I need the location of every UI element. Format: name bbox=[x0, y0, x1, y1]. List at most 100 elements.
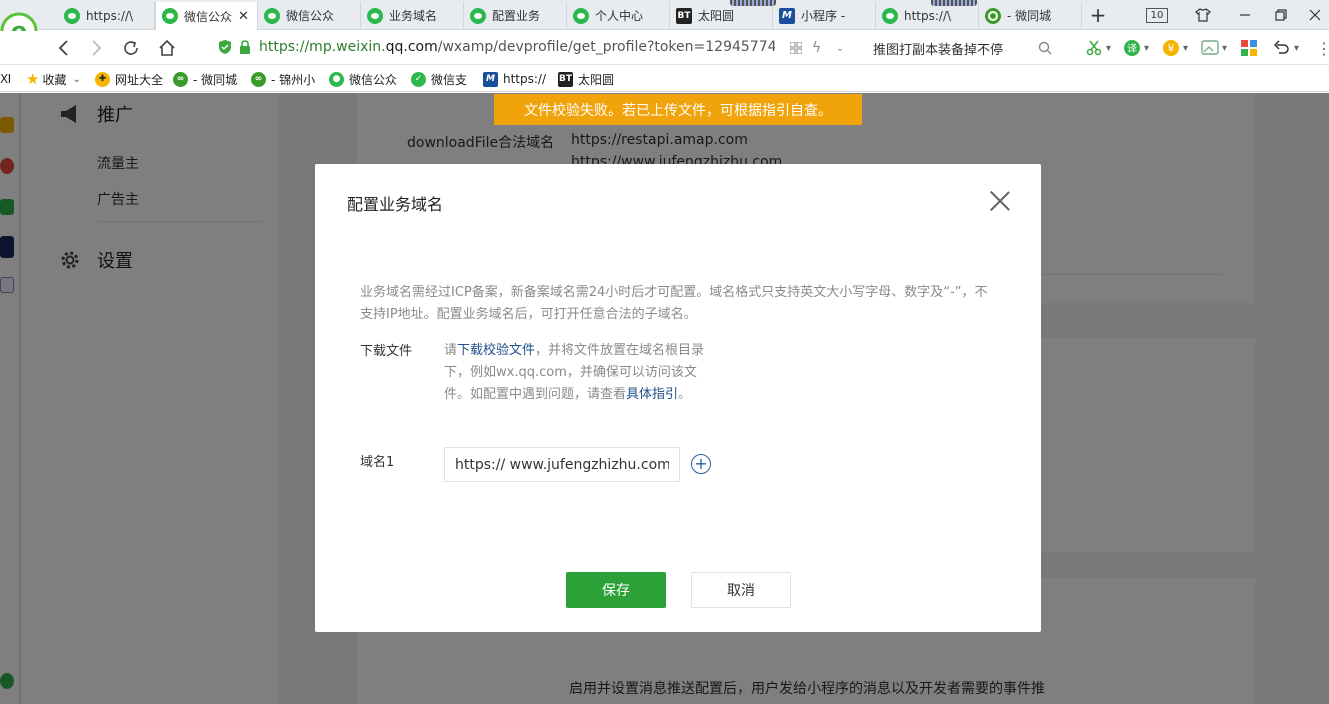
tab-label: https://\ bbox=[904, 8, 952, 23]
search-input[interactable]: 推图打副本装备掉不停 bbox=[865, 37, 1065, 59]
desc-text: 。 bbox=[678, 387, 692, 402]
bookmark-site-directory[interactable]: ✚ 网址大全 bbox=[95, 70, 163, 88]
close-icon[interactable] bbox=[989, 189, 1011, 211]
tab-label: 小程序 - bbox=[801, 9, 846, 23]
bookmark-edge: Ⅺ bbox=[0, 72, 12, 86]
bookmark-weitongcheng[interactable]: ∞ - 微同城 bbox=[173, 70, 237, 88]
tab-label: 微信公众 bbox=[184, 9, 233, 24]
bookmark-taiyangyuan[interactable]: BT 太阳圆 bbox=[558, 70, 614, 88]
home-icon[interactable] bbox=[156, 37, 178, 59]
bookmark-wechat-mp[interactable]: ● 微信公众 bbox=[329, 70, 397, 88]
chevron-down-icon[interactable]: ▾ bbox=[1294, 39, 1299, 57]
wechat-pay-icon: ✓ bbox=[411, 71, 426, 87]
chevron-down-icon[interactable]: ▾ bbox=[1222, 39, 1227, 57]
bookmark-label: - 锦州小 bbox=[271, 72, 316, 87]
link-icon bbox=[985, 7, 1001, 24]
tab-label: 配置业务 bbox=[492, 9, 541, 23]
new-tab-button[interactable]: + bbox=[1088, 3, 1108, 27]
bookmark-wechat-pay[interactable]: ✓ 微信支 bbox=[411, 70, 467, 88]
dialog-description: 业务域名需经过ICP备案，新备案域名需24小时后才可配置。域名格式只支持英文大小… bbox=[360, 285, 988, 322]
tab-9[interactable]: https://\ bbox=[876, 2, 979, 29]
scissors-icon[interactable] bbox=[1086, 39, 1102, 57]
close-window-icon[interactable] bbox=[1305, 5, 1325, 25]
bookmark-m[interactable]: M https:// bbox=[483, 70, 546, 88]
chevron-down-icon: ⌄ bbox=[72, 73, 81, 85]
apps-icon[interactable] bbox=[1241, 39, 1257, 57]
chevron-down-icon[interactable]: ▾ bbox=[1106, 39, 1111, 57]
bt-icon: BT bbox=[558, 71, 573, 87]
guide-link[interactable]: 具体指引 bbox=[626, 387, 678, 402]
wechat-icon bbox=[64, 7, 80, 24]
download-verify-file-link[interactable]: 下载校验文件 bbox=[457, 343, 535, 358]
download-file-description: 请下载校验文件，并将文件放置在域名根目录下，例如wx.qq.com，并确保可以访… bbox=[444, 340, 716, 406]
svg-text:¥: ¥ bbox=[1168, 42, 1175, 55]
close-tab-icon[interactable]: ✕ bbox=[238, 9, 249, 24]
shield-icon[interactable] bbox=[218, 40, 232, 54]
tab-6[interactable]: 个人中心 bbox=[567, 2, 670, 29]
wechat-icon: ● bbox=[329, 71, 344, 87]
address-bar: https://mp.weixin.qq.com/wxamp/devprofil… bbox=[0, 31, 1329, 65]
url-path: /wxamp/devprofile/get_profile?token=1294… bbox=[437, 39, 775, 55]
tab-7[interactable]: BT 太阳圆 bbox=[670, 2, 773, 29]
tab-5[interactable]: 配置业务 bbox=[464, 2, 567, 29]
bookmark-favorites[interactable]: ★ 收藏 ⌄ bbox=[26, 70, 81, 88]
tab-10[interactable]: - 微同城 bbox=[979, 2, 1082, 29]
bookmark-label: 收藏 bbox=[42, 72, 67, 87]
bookmark-label: https:// bbox=[503, 72, 547, 86]
shirt-skin-icon[interactable] bbox=[1193, 5, 1213, 25]
configure-domain-dialog: 配置业务域名 业务域名需经过ICP备案，新备案域名需24小时后才可配置。域名格式… bbox=[315, 164, 1041, 632]
tab-3[interactable]: 微信公众 bbox=[258, 2, 361, 29]
wechat-icon bbox=[882, 7, 898, 24]
restore-icon[interactable] bbox=[1271, 5, 1291, 25]
search-icon[interactable] bbox=[1038, 39, 1052, 57]
coupon-icon[interactable]: ¥ bbox=[1162, 39, 1180, 57]
link-icon: ∞ bbox=[251, 71, 266, 87]
reload-icon[interactable] bbox=[120, 37, 142, 59]
bookmark-label: 微信公众 bbox=[349, 72, 398, 87]
tab-8[interactable]: M 小程序 - bbox=[773, 2, 876, 29]
tab-label: 微信公众 bbox=[286, 9, 335, 23]
desc-text: 请 bbox=[444, 343, 458, 358]
bookmarks-bar: Ⅺ ★ 收藏 ⌄ ✚ 网址大全 ∞ - 微同城 ∞ - 锦州小 ● 微信公众 ✓… bbox=[0, 66, 1329, 92]
wechat-icon bbox=[573, 7, 589, 24]
save-button[interactable]: 保存 bbox=[566, 572, 666, 608]
bookmark-label: 微信支 bbox=[431, 72, 468, 87]
tab-active-wechat[interactable]: 微信公众 ✕ bbox=[155, 2, 258, 30]
tab-1[interactable]: https://\ bbox=[58, 2, 155, 29]
download-file-label: 下载文件 bbox=[360, 344, 413, 359]
minimize-icon[interactable] bbox=[1235, 5, 1255, 25]
url-field[interactable]: https://mp.weixin.qq.com/wxamp/devprofil… bbox=[259, 39, 775, 55]
lock-icon bbox=[240, 40, 250, 54]
dialog-title: 配置业务域名 bbox=[347, 195, 444, 214]
domain-1-label: 域名1 bbox=[360, 455, 395, 470]
tab-4[interactable]: 业务域名 bbox=[361, 2, 464, 29]
lightning-icon[interactable]: ϟ bbox=[812, 39, 821, 57]
tab-preview-strip bbox=[730, 0, 776, 6]
tab-count-button[interactable]: 10 bbox=[1145, 5, 1169, 25]
m-icon: M bbox=[483, 71, 498, 87]
screenshot-icon[interactable] bbox=[1201, 39, 1219, 57]
bookmark-jinzhou[interactable]: ∞ - 锦州小 bbox=[251, 70, 315, 88]
tab-label: 个人中心 bbox=[595, 9, 644, 23]
add-domain-plus-icon[interactable]: + bbox=[691, 454, 711, 474]
bookmark-label: 网址大全 bbox=[115, 72, 164, 87]
wechat-icon bbox=[470, 7, 486, 24]
back-icon[interactable] bbox=[52, 37, 74, 59]
wechat-icon bbox=[264, 7, 280, 24]
grid-icon[interactable] bbox=[790, 39, 802, 57]
svg-text:译: 译 bbox=[1127, 43, 1137, 55]
star-icon: ★ bbox=[26, 70, 40, 88]
tab-label: https://\ bbox=[86, 8, 134, 23]
m-icon: M bbox=[779, 7, 795, 24]
domain-1-input[interactable] bbox=[444, 447, 680, 482]
cancel-button[interactable]: 取消 bbox=[691, 572, 791, 608]
more-icon[interactable]: ⋮ bbox=[1316, 39, 1329, 58]
translate-icon[interactable]: 译 bbox=[1123, 39, 1141, 57]
url-scheme: https://mp.weixin. bbox=[259, 39, 386, 55]
chevron-down-icon[interactable]: ▾ bbox=[1144, 39, 1149, 57]
undo-icon[interactable] bbox=[1272, 39, 1290, 57]
forward-icon[interactable] bbox=[86, 37, 108, 59]
bookmark-label: - 微同城 bbox=[193, 72, 238, 87]
chevron-down-icon[interactable]: ▾ bbox=[1183, 39, 1188, 57]
chevron-down-icon[interactable]: ⌄ bbox=[836, 39, 844, 57]
